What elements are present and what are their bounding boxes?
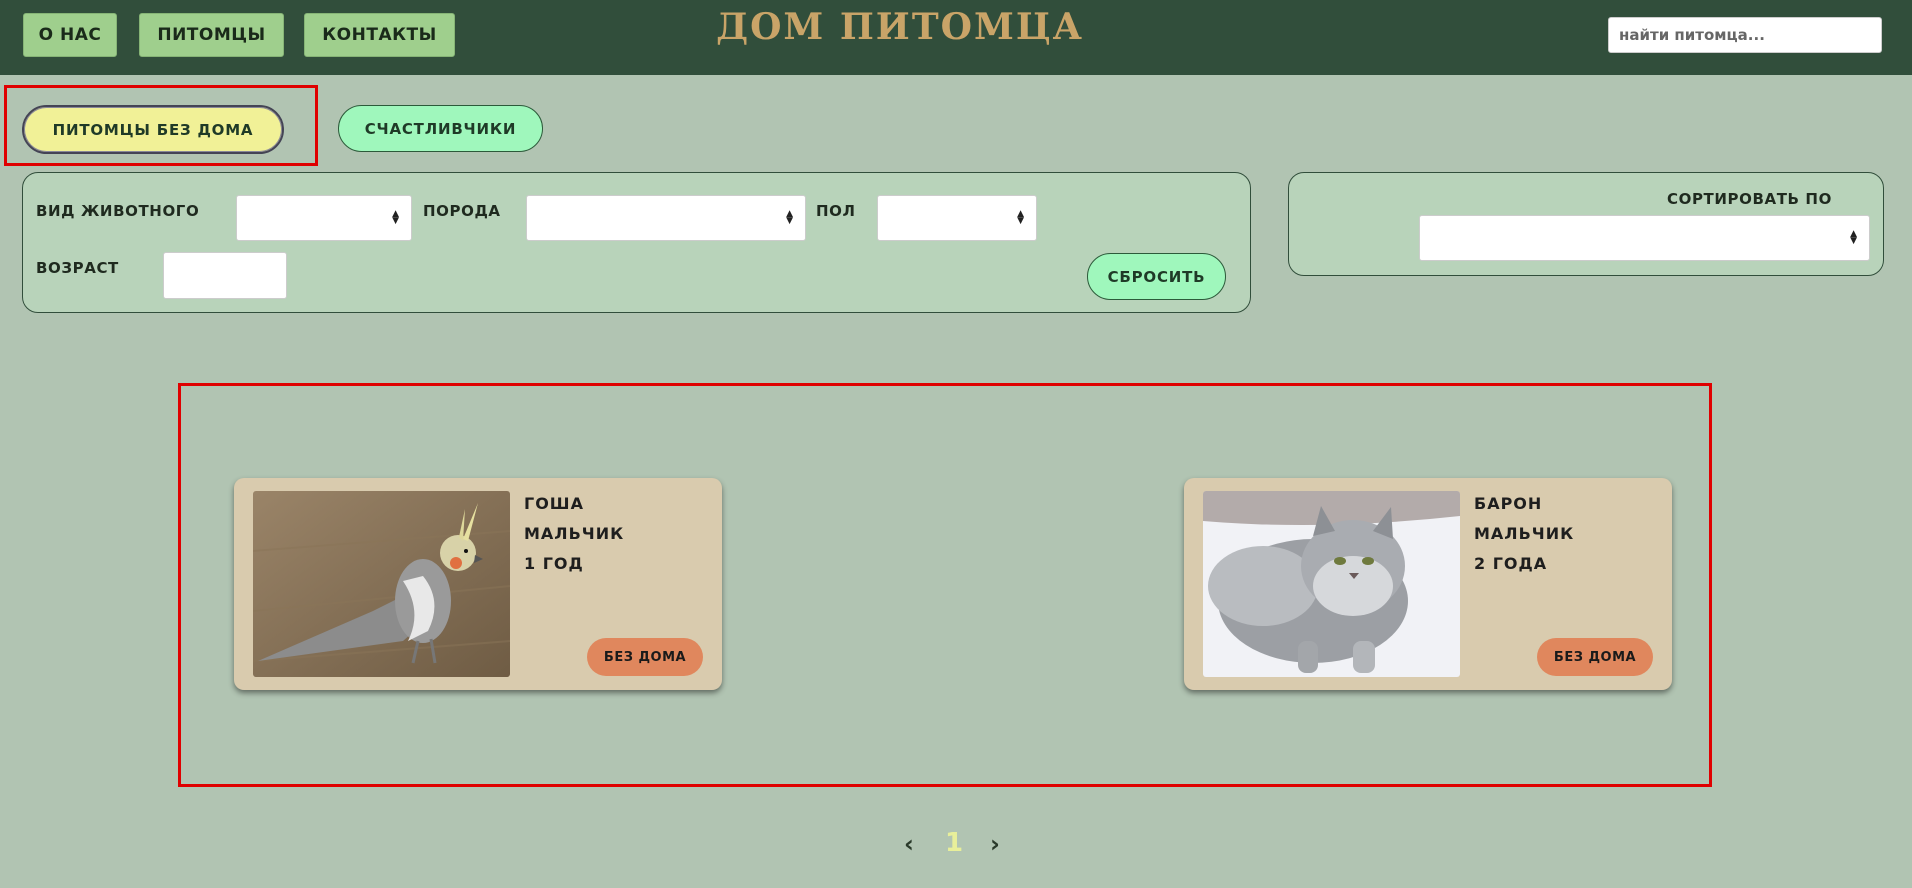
tab-homeless-pets[interactable]: ПИТОМЦЫ БЕЗ ДОМА	[22, 105, 284, 154]
site-title: ДОМ ПИТОМЦА	[716, 6, 1084, 48]
pagination-current-page[interactable]: 1	[945, 828, 963, 858]
tab-lucky-pets[interactable]: СЧАСТЛИВЧИКИ	[338, 105, 543, 152]
nav-pets-button[interactable]: ПИТОМЦЫ	[139, 13, 284, 57]
pet-name: ГОША	[524, 494, 584, 513]
pet-name: БАРОН	[1474, 494, 1543, 513]
pet-sex: МАЛЬЧИК	[1474, 524, 1575, 543]
status-badge[interactable]: БЕЗ ДОМА	[587, 638, 703, 676]
breed-select[interactable]: ▲ ▼	[526, 195, 806, 241]
pet-card[interactable]: ГОША МАЛЬЧИК 1 ГОД БЕЗ ДОМА	[234, 478, 722, 690]
search-input[interactable]	[1608, 17, 1882, 53]
sort-select[interactable]: ▲ ▼	[1419, 215, 1870, 261]
nav-about-button[interactable]: О НАС	[23, 13, 117, 57]
pagination-next-button[interactable]: ›	[990, 830, 1000, 858]
pet-sex: МАЛЬЧИК	[524, 524, 625, 543]
pet-photo-cockatiel	[253, 491, 510, 677]
pagination-prev-button[interactable]: ‹	[904, 830, 914, 858]
site-header: О НАС ПИТОМЦЫ КОНТАКТЫ ДОМ ПИТОМЦА	[0, 0, 1912, 75]
nav-contacts-button[interactable]: КОНТАКТЫ	[304, 13, 455, 57]
select-arrows-icon: ▲ ▼	[786, 209, 793, 226]
breed-label: ПОРОДА	[423, 202, 501, 220]
pet-age: 2 ГОДА	[1474, 554, 1548, 573]
animal-type-label: ВИД ЖИВОТНОГО	[36, 202, 200, 220]
animal-type-select[interactable]: ▲ ▼	[236, 195, 412, 241]
status-badge[interactable]: БЕЗ ДОМА	[1537, 638, 1653, 676]
sort-label: СОРТИРОВАТЬ ПО	[1667, 190, 1832, 208]
pet-age: 1 ГОД	[524, 554, 584, 573]
pet-card[interactable]: БАРОН МАЛЬЧИК 2 ГОДА БЕЗ ДОМА	[1184, 478, 1672, 690]
pet-photo-cat	[1203, 491, 1460, 677]
age-input[interactable]	[163, 252, 287, 299]
select-arrows-icon: ▲ ▼	[1850, 229, 1857, 246]
age-label: ВОЗРАСТ	[36, 259, 119, 277]
sex-label: ПОЛ	[816, 202, 856, 220]
select-arrows-icon: ▲ ▼	[392, 209, 399, 226]
reset-button[interactable]: СБРОСИТЬ	[1087, 253, 1226, 300]
select-arrows-icon: ▲ ▼	[1017, 209, 1024, 226]
sex-select[interactable]: ▲ ▼	[877, 195, 1037, 241]
